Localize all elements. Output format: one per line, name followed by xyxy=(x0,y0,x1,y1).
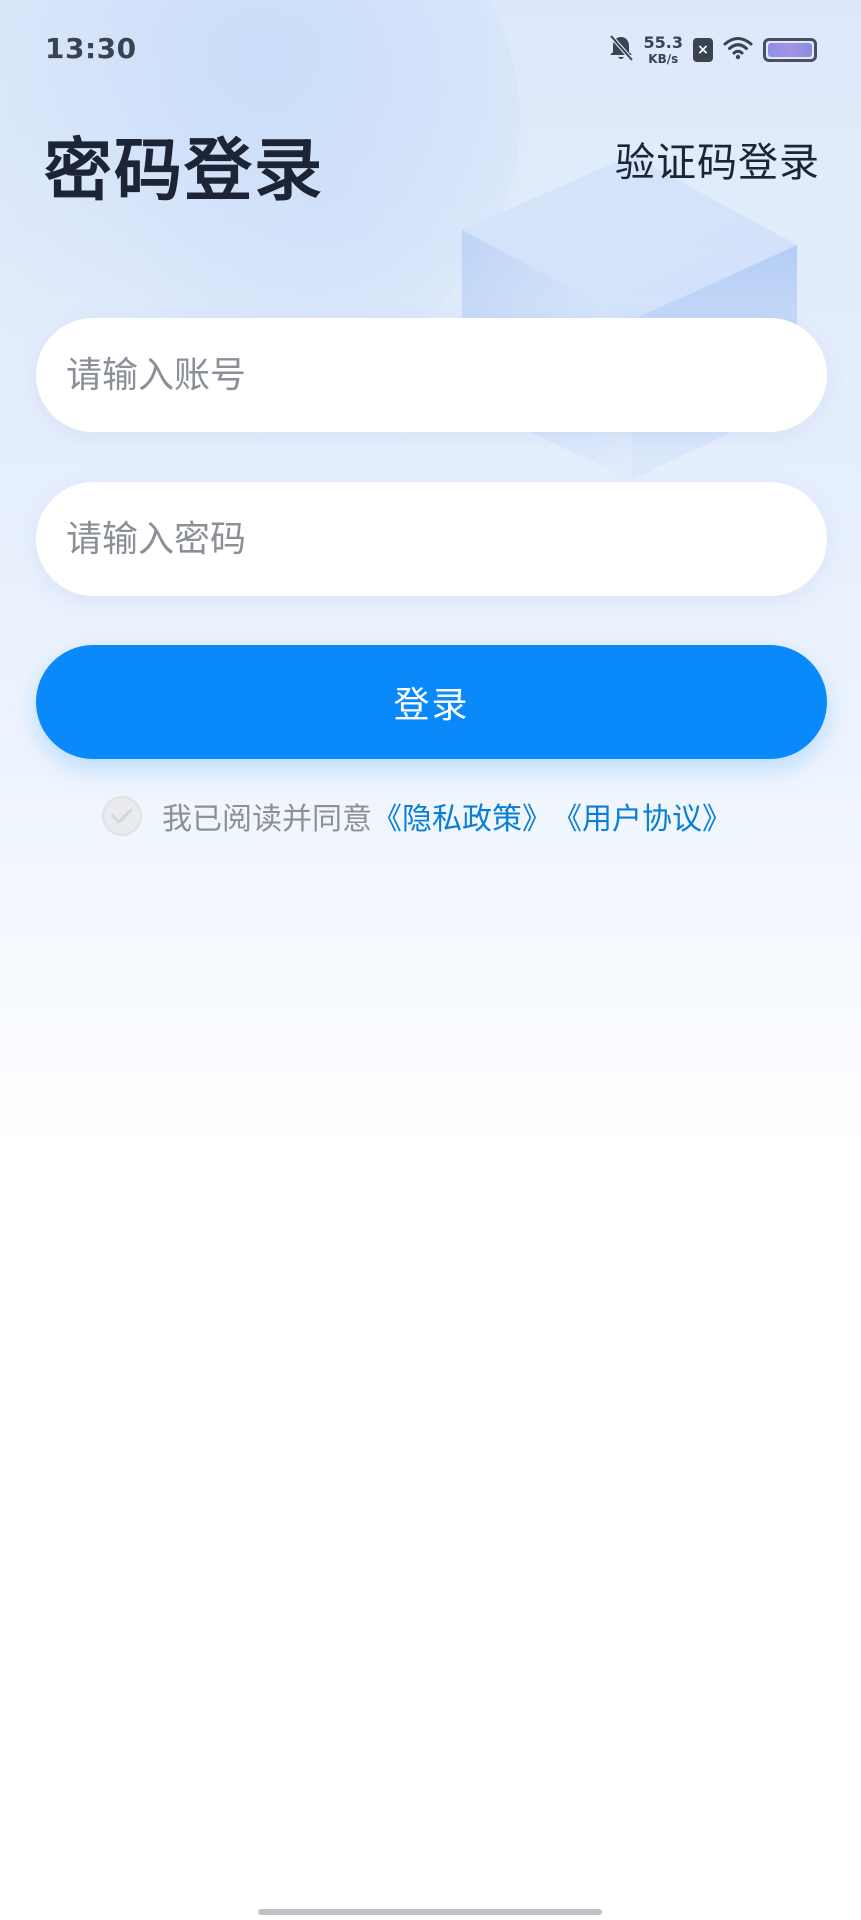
agreement-row: 我已阅读并同意 《隐私政策》 《用户协议》 xyxy=(102,792,732,840)
bell-off-icon xyxy=(608,34,634,66)
password-input[interactable] xyxy=(36,482,827,596)
account-input[interactable] xyxy=(36,318,827,432)
sim-no-service-icon: × xyxy=(693,38,713,62)
network-speed: 55.3 KB/s xyxy=(643,33,683,66)
network-speed-unit: KB/s xyxy=(648,52,679,66)
battery-icon xyxy=(763,38,817,62)
home-indicator[interactable] xyxy=(258,1909,602,1915)
agreement-text: 我已阅读并同意 xyxy=(162,802,372,837)
page-title: 密码登录 xyxy=(44,132,325,211)
login-screen: 13:30 55.3 KB/s × 密码登录 验证码登录 请输入账号 登录 我已… xyxy=(0,0,861,1920)
checkmark-icon xyxy=(111,808,133,824)
sms-code-login-link[interactable]: 验证码登录 xyxy=(615,130,820,188)
account-field xyxy=(36,318,827,432)
status-icons: 55.3 KB/s × xyxy=(608,30,817,70)
network-speed-value: 55.3 xyxy=(643,33,683,52)
battery-level xyxy=(768,43,812,57)
password-field xyxy=(36,482,827,596)
user-agreement-link[interactable]: 《用户协议》 xyxy=(552,794,732,838)
login-button[interactable]: 登录 xyxy=(36,645,827,759)
wifi-icon xyxy=(723,36,753,64)
agreement-checkbox[interactable] xyxy=(102,796,142,836)
privacy-policy-link[interactable]: 《隐私政策》 xyxy=(372,794,552,838)
status-time: 13:30 xyxy=(45,32,137,65)
status-bar: 13:30 55.3 KB/s × xyxy=(0,0,861,100)
